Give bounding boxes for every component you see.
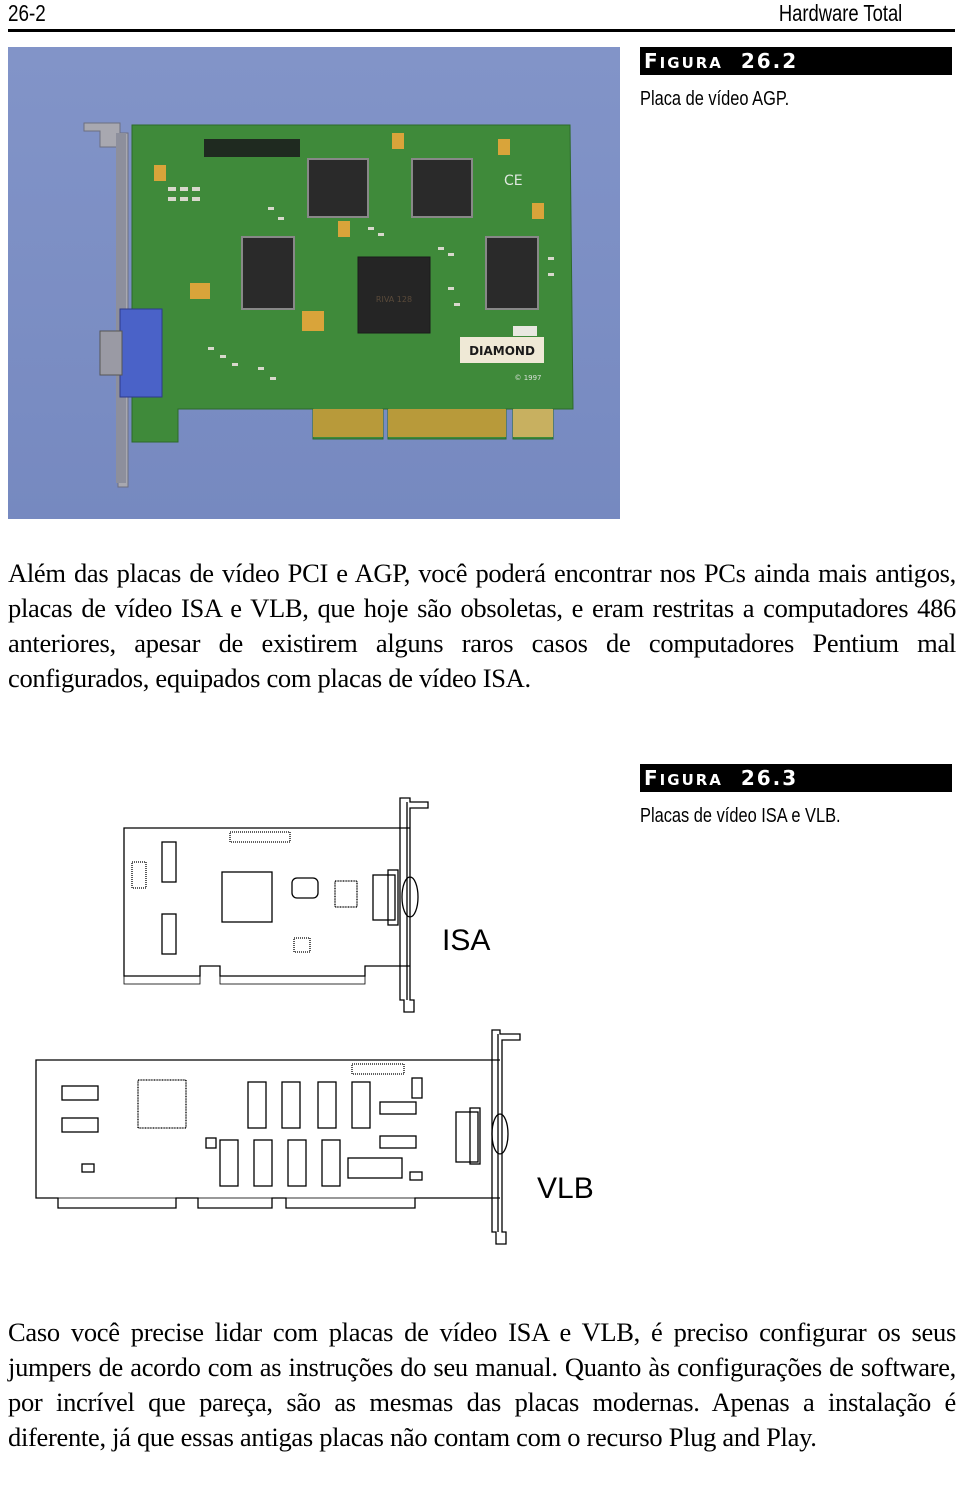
vlb-memory-socket <box>321 1139 341 1187</box>
vlb-header <box>351 1063 405 1075</box>
isa-chip <box>161 841 177 883</box>
page-number: 26-2 <box>8 0 46 26</box>
vlb-card-diagram <box>35 1029 521 1245</box>
isa-vga-connector <box>372 874 396 921</box>
vlb-edge-connector <box>57 1197 416 1209</box>
figure-number: 26.3 <box>740 766 799 790</box>
ce-mark: CE <box>504 173 523 189</box>
vlb-memory-socket <box>351 1081 371 1129</box>
isa-jumper <box>293 937 311 953</box>
vlb-jumper <box>205 1137 217 1149</box>
brand-sticker: DIAMOND <box>469 344 535 358</box>
vlb-jumper <box>81 1163 95 1173</box>
header-rule <box>8 29 955 32</box>
vlb-vga-connector <box>455 1111 479 1163</box>
book-title: Hardware Total <box>778 0 902 26</box>
vlb-memory-socket <box>287 1139 307 1187</box>
figure-label-word: IGURA <box>659 54 723 72</box>
isa-crystal <box>291 877 319 899</box>
figure-label-26-2: FIGURA 26.2 <box>640 47 952 75</box>
vlb-memory-socket <box>247 1081 267 1129</box>
isa-label: ISA <box>442 924 491 957</box>
year-mark: © 1997 <box>514 374 541 382</box>
vlb-chip <box>347 1157 403 1179</box>
chip-marking: RIVA 128 <box>376 295 412 304</box>
figure-label-word: IGURA <box>659 771 723 789</box>
vlb-chip <box>379 1101 417 1115</box>
vlb-jumper <box>411 1077 423 1099</box>
agp-card-photo: RIVA 128 CE DIAMOND © 1997 <box>8 47 620 519</box>
vlb-label: VLB <box>537 1172 594 1205</box>
figure-label-26-3: FIGURA 26.3 <box>640 764 952 792</box>
isa-edge-connector <box>123 975 366 985</box>
isa-small-chip <box>334 880 358 908</box>
vlb-bracket <box>491 1029 521 1245</box>
isa-header <box>229 831 291 843</box>
figure-label-initial: F <box>644 766 660 790</box>
figure-label-initial: F <box>644 49 660 73</box>
isa-card-diagram <box>123 797 429 1013</box>
body-paragraph-1: Além das placas de vídeo PCI e AGP, você… <box>8 558 956 693</box>
isa-main-chip <box>221 871 273 923</box>
vlb-memory-socket <box>317 1081 337 1129</box>
figure-caption-26-2: Placa de vídeo AGP. <box>640 88 790 110</box>
vlb-jumper <box>409 1171 423 1181</box>
vlb-chip <box>61 1085 99 1101</box>
vlb-chip <box>61 1117 99 1133</box>
vlb-main-chip <box>137 1079 187 1129</box>
agp-card-illustration: RIVA 128 CE DIAMOND © 1997 <box>8 47 620 519</box>
figure-number: 26.2 <box>740 49 799 73</box>
vlb-chip <box>379 1135 417 1149</box>
figure-caption-26-3: Placas de vídeo ISA e VLB. <box>640 805 841 827</box>
body-paragraph-2: Caso você precise lidar com placas de ví… <box>8 1317 956 1452</box>
vlb-memory-socket <box>281 1081 301 1129</box>
pcb-board: RIVA 128 CE DIAMOND © 1997 <box>99 124 574 443</box>
vlb-memory-socket <box>219 1139 239 1187</box>
isa-jumper <box>131 861 147 889</box>
vlb-memory-socket <box>253 1139 273 1187</box>
isa-bracket <box>399 797 429 1013</box>
isa-chip <box>161 913 177 955</box>
